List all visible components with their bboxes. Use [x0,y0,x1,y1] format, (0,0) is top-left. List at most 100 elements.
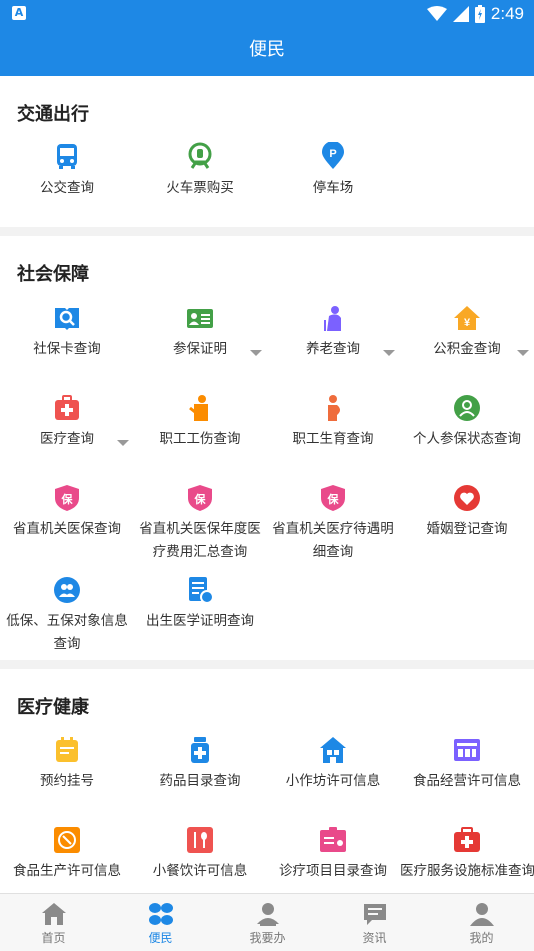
tab-profile[interactable]: 我的 [428,894,534,951]
grid-item-insurance-certificate[interactable]: 参保证明 [133,304,267,364]
grid-item-gov-annual-cost[interactable]: 保 省直机关医保年度医疗费用汇总查询 [133,484,267,564]
parking-icon: P [322,142,344,169]
food-business-icon [454,739,480,761]
section-title: 社会保障 [17,264,89,285]
medical-kit-icon [55,395,79,420]
tab-home[interactable]: 首页 [0,894,107,951]
dropdown-arrow-icon[interactable] [383,350,395,356]
tab-label: 资讯 [362,931,387,945]
medicine-bottle-icon [191,737,209,763]
grid-item-train[interactable]: 火车票购买 [133,142,267,206]
housing-fund-icon: ¥ [454,306,480,330]
status-bar: A 2:49 [0,0,534,28]
workshop-icon [320,737,346,763]
grid-item-diagnosis-items[interactable]: 诊疗项目目录查询 [266,826,400,886]
train-icon [188,142,212,169]
grid-item-label: 婚姻登记查询 [426,521,508,537]
grid-item-gov-medical[interactable]: 保 省直机关医保查询 [0,484,134,564]
svg-text:保: 保 [194,492,207,506]
tab-label: 我要办 [249,931,286,945]
birth-certificate-icon [189,577,214,604]
svg-text:¥: ¥ [464,317,471,329]
status-time: 2:49 [490,4,524,23]
grid-item-label: 诊疗项目目录查询 [279,863,387,879]
grid-item-parking[interactable]: P 停车场 [266,142,400,206]
grid-item-social-card[interactable]: 社保卡查询 [0,304,134,364]
grid-item-label: 食品经营许可信息 [413,773,521,789]
grid-item-label: 养老查询 [306,341,360,357]
svg-text:保: 保 [61,492,74,506]
dropdown-arrow-icon[interactable] [517,350,529,356]
news-icon [363,904,386,925]
grid-item-label: 出生医学证明查询 [146,613,254,629]
tab-news[interactable]: 资讯 [321,894,428,951]
grid-item-label: 省直机关医保查询 [13,521,121,537]
grid-item-label: 省直机关医疗待遇明细查询 [272,521,394,560]
grid-item-label: 医疗查询 [40,431,94,447]
grid-item-food-business[interactable]: 食品经营许可信息 [400,736,534,796]
personal-status-icon [454,395,480,421]
dropdown-arrow-icon[interactable] [117,440,129,446]
social-card-search-icon [55,308,79,330]
grid-item-marriage[interactable]: 婚姻登记查询 [400,484,534,564]
grid-item-label: 省直机关医保年度医疗费用汇总查询 [139,521,261,560]
elderly-pension-icon [324,306,341,331]
grid-item-medical-facility[interactable]: 医疗服务设施标准查询 [400,826,534,886]
grid-item-label: 药品目录查询 [159,773,241,789]
heart-icon [454,485,480,511]
grid-item-appointment[interactable]: 预约挂号 [0,736,134,796]
user-task-icon [256,903,279,926]
grid-item-label: 参保证明 [173,341,227,357]
signal-icon [452,6,469,22]
svg-text:P: P [329,148,336,160]
grid-item-label: 食品生产许可信息 [13,863,121,879]
grid-item-gov-treatment-detail[interactable]: 保 省直机关医疗待遇明细查询 [266,484,400,564]
grid-item-bus[interactable]: 公交查询 [0,142,134,206]
tab-label: 便民 [148,931,173,945]
tab-convenience[interactable]: 便民 [107,894,214,951]
shield-bao-icon: 保 [188,485,212,511]
shield-bao-icon: 保 [321,485,345,511]
bottom-tab-bar: 首页 便民 我要办 资讯 我的 [0,893,534,951]
medical-facility-icon [454,827,480,852]
grid-item-workshop[interactable]: 小作坊许可信息 [266,736,400,796]
tab-label: 首页 [41,931,66,945]
page-title: 便民 [0,28,534,76]
grid-item-subsistence[interactable]: 低保、五保对象信息查询 [0,576,134,656]
section-social-security: 社会保障 社保卡查询 参保证明 养老查询 ¥ 公积金查询 医疗查询 职工工伤查询… [0,236,534,660]
appointment-icon [56,737,78,762]
small-catering-icon [187,827,213,853]
home-icon [41,903,66,925]
section-title: 医疗健康 [17,697,89,718]
grid-item-birth-certificate[interactable]: 出生医学证明查询 [133,576,267,656]
grid-item-label: 社保卡查询 [33,341,101,357]
grid-item-label: 预约挂号 [40,773,94,789]
section-transport: 交通出行 公交查询 火车票购买 P 停车场 [0,76,534,227]
tab-label: 我的 [469,931,494,945]
grid-item-label: 职工工伤查询 [159,431,241,447]
battery-icon [474,5,485,23]
grid-item-label: 医疗服务设施标准查询 [400,863,534,879]
grid-item-label: 小作坊许可信息 [285,773,381,789]
grid-item-maternity[interactable]: 职工生育查询 [266,394,400,454]
subsistence-people-icon [54,577,80,603]
shield-bao-icon: 保 [55,485,79,511]
food-production-icon [54,827,80,853]
svg-text:保: 保 [327,492,340,506]
grid-item-label: 职工生育查询 [292,431,374,447]
grid-item-medicine-catalog[interactable]: 药品目录查询 [133,736,267,796]
grid-item-pension[interactable]: 养老查询 [266,304,400,364]
diagnosis-items-icon [320,827,346,852]
grid-item-food-production[interactable]: 食品生产许可信息 [0,826,134,886]
tab-my-tasks[interactable]: 我要办 [214,894,321,951]
grid-item-work-injury[interactable]: 职工工伤查询 [133,394,267,454]
grid-item-label: 停车场 [312,180,354,196]
grid-item-housing-fund[interactable]: ¥ 公积金查询 [400,304,534,364]
grid-item-personal-status[interactable]: 个人参保状态查询 [400,394,534,454]
grid-item-label: 公积金查询 [433,341,501,357]
grid-item-label: 低保、五保对象信息查询 [6,613,128,652]
grid-item-small-catering[interactable]: 小餐饮许可信息 [133,826,267,886]
grid-item-medical-query[interactable]: 医疗查询 [0,394,134,454]
maternity-icon [328,395,340,421]
dropdown-arrow-icon[interactable] [250,350,262,356]
